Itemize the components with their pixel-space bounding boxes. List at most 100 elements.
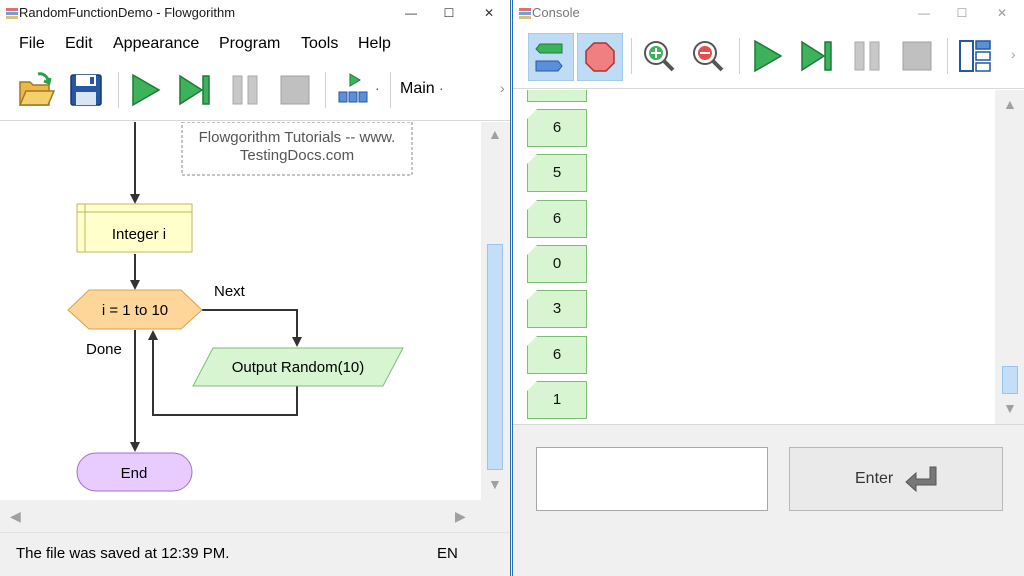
loop-next-label: Next (214, 283, 246, 300)
menu-file[interactable]: File (19, 35, 45, 53)
canvas-vertical-scrollbar[interactable]: ▲ ▼ (481, 122, 510, 500)
run-play-icon[interactable] (745, 34, 789, 78)
menu-bar: File Edit Appearance Program Tools Help (0, 30, 510, 58)
maximize-button[interactable]: ☐ (430, 0, 468, 26)
bubble-tail (527, 154, 537, 164)
status-bar: The file was saved at 12:39 PM. EN (0, 532, 510, 576)
flowgorithm-app-icon (6, 8, 18, 19)
open-folder-icon[interactable] (14, 68, 58, 112)
toolbar-divider (0, 120, 510, 121)
menu-help[interactable]: Help (358, 35, 391, 53)
stop-icon[interactable] (273, 68, 317, 112)
flowgorithm-app-icon (519, 8, 531, 19)
console-titlebar: Console — ☐ ✕ (513, 0, 1024, 26)
console-output-bubble (527, 90, 587, 102)
console-input-field[interactable] (536, 447, 768, 511)
function-dropdown[interactable]: Main (400, 80, 435, 98)
console-window-title: Console (532, 5, 580, 20)
menu-tools[interactable]: Tools (301, 35, 338, 53)
toolbar-divider (513, 88, 1024, 89)
minimize-button[interactable]: — (392, 0, 430, 26)
close-button[interactable]: ✕ (983, 0, 1021, 26)
output-value: 5 (552, 164, 562, 181)
scroll-down-icon[interactable]: ▼ (1003, 400, 1017, 416)
menu-edit[interactable]: Edit (65, 35, 93, 53)
toolbar-overflow-icon[interactable]: › (500, 80, 505, 96)
flowchart-diagram: Flowgorithm Tutorials -- www. TestingDoc… (67, 122, 413, 492)
step-icon[interactable] (795, 34, 839, 78)
save-disk-icon[interactable] (64, 68, 108, 112)
console-output-bubble: 6 (527, 336, 587, 374)
console-output-bubble: 5 (527, 154, 587, 192)
scroll-left-icon[interactable]: ◀ (10, 508, 21, 525)
pause-icon[interactable] (845, 34, 889, 78)
bubble-tail (527, 381, 537, 391)
console-window: Console — ☐ ✕ › 6 5 6 0 3 6 1 ▲ ▼ Enter (512, 0, 1024, 576)
run-mode-layout-icon[interactable] (333, 68, 377, 112)
toolbar-separator (325, 72, 326, 108)
chat-view-icon[interactable] (528, 33, 574, 81)
step-icon[interactable] (173, 68, 217, 112)
bubble-tail (527, 200, 537, 210)
console-output-bubble: 1 (527, 381, 587, 419)
toolbar-separator (739, 38, 740, 74)
chevron-down-icon[interactable]: · (375, 80, 380, 96)
output-value: 0 (552, 255, 562, 272)
bubble-tail (527, 109, 537, 119)
scroll-up-icon[interactable]: ▲ (488, 126, 502, 142)
flowchart-canvas[interactable]: Flowgorithm Tutorials -- www. TestingDoc… (0, 122, 481, 500)
comment-line-2: TestingDocs.com (240, 147, 354, 164)
output-value: 3 (552, 300, 562, 317)
output-value: 1 (552, 391, 562, 408)
toolbar-overflow-icon[interactable]: › (1011, 46, 1016, 62)
pause-icon[interactable] (223, 68, 267, 112)
maximize-button[interactable]: ☐ (943, 0, 981, 26)
minimize-button[interactable]: — (905, 0, 943, 26)
stop-icon[interactable] (895, 34, 939, 78)
output-label: Output Random(10) (232, 359, 365, 376)
toolbar-separator (631, 38, 632, 74)
close-button[interactable]: ✕ (470, 0, 508, 26)
scroll-thumb[interactable] (487, 244, 503, 470)
console-output-bubble: 6 (527, 200, 587, 238)
enter-button[interactable]: Enter (789, 447, 1003, 511)
run-play-icon[interactable] (123, 68, 167, 112)
main-window-title: RandomFunctionDemo - Flowgorithm (19, 5, 236, 20)
menu-program[interactable]: Program (219, 35, 280, 53)
enter-button-label: Enter (855, 470, 894, 487)
console-output-area[interactable]: 6 5 6 0 3 6 1 ▲ ▼ (513, 90, 1024, 424)
output-value: 6 (552, 210, 562, 227)
bubble-tail (527, 336, 537, 346)
zoom-out-icon[interactable] (686, 34, 730, 78)
for-loop-label: i = 1 to 10 (102, 302, 168, 319)
scroll-up-icon[interactable]: ▲ (1003, 96, 1017, 112)
loop-next-arrow (202, 309, 302, 347)
enter-return-icon (905, 466, 937, 493)
stop-octagon-icon[interactable] (577, 33, 623, 81)
output-value: 6 (552, 119, 562, 136)
console-output-bubble: 3 (527, 290, 587, 328)
loop-done-label: Done (86, 341, 122, 358)
status-language: EN (437, 545, 458, 562)
bubble-tail (527, 245, 537, 255)
scroll-right-icon[interactable]: ▶ (455, 508, 466, 525)
console-output-bubble: 6 (527, 109, 587, 147)
flowgorithm-main-window: RandomFunctionDemo - Flowgorithm — ☐ ✕ F… (0, 0, 511, 576)
scroll-down-icon[interactable]: ▼ (488, 476, 502, 492)
toolbar-separator (390, 72, 391, 108)
chevron-down-icon[interactable]: · (439, 80, 444, 96)
output-value: 6 (552, 346, 562, 363)
bubble-tail (527, 290, 537, 300)
layout-icon[interactable] (953, 34, 997, 78)
toolbar-separator (947, 38, 948, 74)
menu-appearance[interactable]: Appearance (113, 35, 199, 53)
console-vertical-scrollbar[interactable]: ▲ ▼ (995, 90, 1024, 424)
zoom-in-icon[interactable] (637, 34, 681, 78)
status-message: The file was saved at 12:39 PM. (16, 545, 230, 562)
comment-line-1: Flowgorithm Tutorials -- www. (199, 129, 396, 146)
canvas-horizontal-scrollbar[interactable]: ◀ ▶ (0, 500, 481, 532)
scroll-thumb[interactable] (1002, 366, 1018, 394)
main-titlebar: RandomFunctionDemo - Flowgorithm — ☐ ✕ (0, 0, 510, 26)
main-toolbar: · Main · › (0, 62, 510, 118)
console-output-bubble: 0 (527, 245, 587, 283)
